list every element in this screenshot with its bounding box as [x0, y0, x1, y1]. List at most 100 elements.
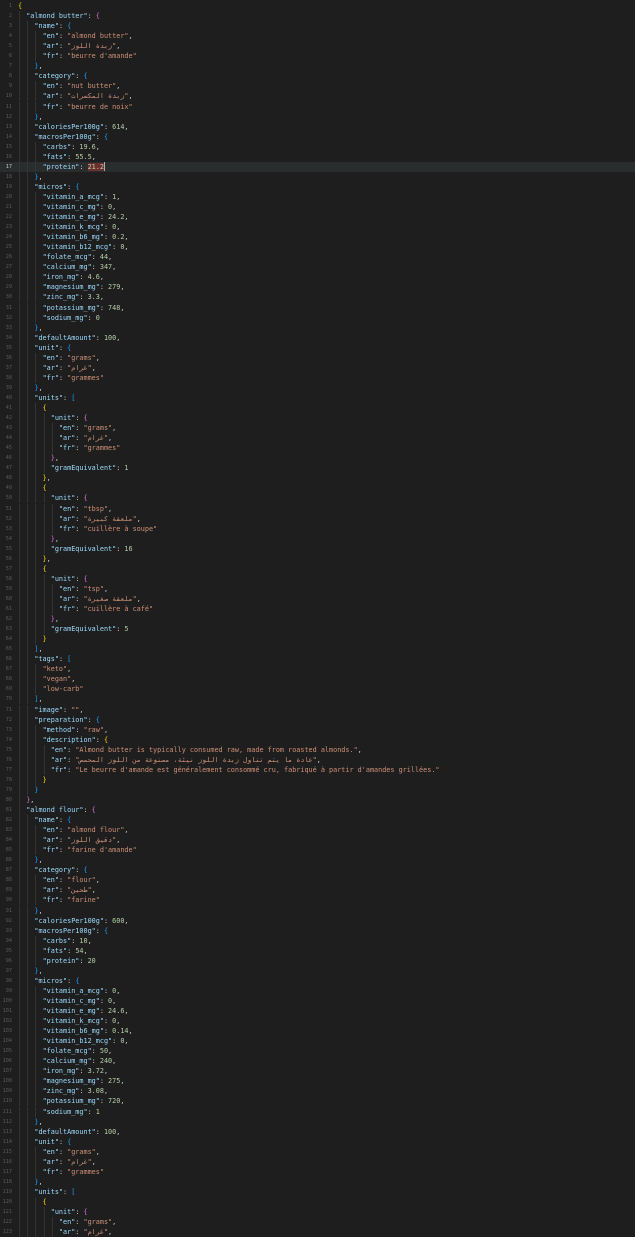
- code-line[interactable]: 19 "micros": {: [0, 181, 635, 192]
- code-line[interactable]: 92 "caloriesPer100g": 600,: [0, 915, 635, 926]
- code-line[interactable]: 32 "sodium_mg": 0: [0, 312, 635, 323]
- code-line[interactable]: 17 "protein": 21.2: [0, 161, 635, 172]
- code-line[interactable]: 120 {: [0, 1196, 635, 1207]
- code-line[interactable]: 10 "ar": "زبدة المكسرات",: [0, 91, 635, 102]
- code-line[interactable]: 64 }: [0, 634, 635, 645]
- code-line[interactable]: 97 },: [0, 965, 635, 976]
- code-line[interactable]: 26 "folate_mcg": 44,: [0, 252, 635, 263]
- code-line[interactable]: 51 "en": "tbsp",: [0, 503, 635, 514]
- code-line[interactable]: 5 "ar": "زبدة اللوز",: [0, 41, 635, 52]
- code-line[interactable]: 72 "preparation": {: [0, 714, 635, 725]
- code-line[interactable]: 115 "en": "grams",: [0, 1146, 635, 1157]
- code-line[interactable]: 67 "keto",: [0, 664, 635, 675]
- code-line[interactable]: 121 "unit": {: [0, 1207, 635, 1217]
- code-line[interactable]: 6 "fr": "beurre d'amande": [0, 51, 635, 62]
- code-line[interactable]: 28 "iron_mg": 4.6,: [0, 272, 635, 283]
- code-line[interactable]: 85 "fr": "farine d'amande": [0, 845, 635, 856]
- code-line[interactable]: 94 "carbs": 10,: [0, 935, 635, 946]
- code-line[interactable]: 117 "fr": "grammes": [0, 1166, 635, 1177]
- code-line[interactable]: 109 "zinc_mg": 3.08,: [0, 1086, 635, 1097]
- code-line[interactable]: 23 "vitamin_k_mcg": 0,: [0, 222, 635, 233]
- code-line[interactable]: 84 "ar": "دقيق اللوز",: [0, 835, 635, 846]
- code-line[interactable]: 7 },: [0, 61, 635, 72]
- code-line[interactable]: 70 ],: [0, 694, 635, 705]
- code-line[interactable]: 58 "unit": {: [0, 573, 635, 584]
- code-line[interactable]: 122 "en": "grams",: [0, 1217, 635, 1228]
- code-line[interactable]: 9 "en": "nut butter",: [0, 81, 635, 92]
- code-line[interactable]: 73 "method": "raw",: [0, 724, 635, 735]
- code-line[interactable]: 27 "calcium_mg": 347,: [0, 262, 635, 273]
- code-line[interactable]: 76 "ar": "عادة ما يتم تناول زبدة اللوز ن…: [0, 754, 635, 765]
- code-line[interactable]: 3 "name": {: [0, 21, 635, 32]
- code-line[interactable]: 79 }: [0, 784, 635, 795]
- code-line[interactable]: 66 "tags": [: [0, 654, 635, 665]
- code-line[interactable]: 106 "calcium_mg": 240,: [0, 1056, 635, 1067]
- code-line[interactable]: 57 {: [0, 563, 635, 574]
- code-line[interactable]: 34 "defaultAmount": 100,: [0, 332, 635, 343]
- code-line[interactable]: 93 "macrosPer100g": {: [0, 925, 635, 936]
- code-line[interactable]: 49 {: [0, 483, 635, 494]
- code-line[interactable]: 77 "fr": "Le beurre d'amande est général…: [0, 764, 635, 775]
- code-line[interactable]: 56 },: [0, 553, 635, 564]
- code-line[interactable]: 18 },: [0, 171, 635, 182]
- code-line[interactable]: 30 "zinc_mg": 3.3,: [0, 292, 635, 303]
- code-line[interactable]: 35 "unit": {: [0, 342, 635, 353]
- code-line[interactable]: 69 "low-carb": [0, 684, 635, 695]
- code-line[interactable]: 101 "vitamin_e_mg": 24.6,: [0, 1006, 635, 1016]
- code-line[interactable]: 61 "fr": "cuillère à café": [0, 604, 635, 614]
- code-line[interactable]: 33 },: [0, 322, 635, 333]
- code-line[interactable]: 113 "defaultAmount": 100,: [0, 1126, 635, 1137]
- code-line[interactable]: 4 "en": "almond butter",: [0, 31, 635, 42]
- code-line[interactable]: 102 "vitamin_k_mcg": 0,: [0, 1016, 635, 1027]
- code-line[interactable]: 45 "fr": "grammes": [0, 443, 635, 454]
- code-line[interactable]: 2 "almond butter": {: [0, 11, 635, 22]
- code-line[interactable]: 119 "units": [: [0, 1186, 635, 1197]
- code-line[interactable]: 75 "en": "Almond butter is typically con…: [0, 744, 635, 755]
- code-line[interactable]: 52 "ar": "ملعقة كبيرة",: [0, 513, 635, 524]
- code-line[interactable]: 36 "en": "grams",: [0, 352, 635, 363]
- code-line[interactable]: 118 },: [0, 1176, 635, 1187]
- code-line[interactable]: 20 "vitamin_a_mcg": 1,: [0, 191, 635, 202]
- code-line[interactable]: 25 "vitamin_b12_mcg": 0,: [0, 242, 635, 253]
- code-line[interactable]: 47 "gramEquivalent": 1: [0, 463, 635, 474]
- code-line[interactable]: 53 "fr": "cuillère à soupe": [0, 523, 635, 534]
- code-line[interactable]: 111 "sodium_mg": 1: [0, 1106, 635, 1117]
- code-line[interactable]: 90 "fr": "farine": [0, 895, 635, 906]
- code-line[interactable]: 123 "ar": "غرام",: [0, 1227, 635, 1237]
- code-line[interactable]: 98 "micros": {: [0, 975, 635, 986]
- code-line[interactable]: 80 },: [0, 794, 635, 805]
- code-line[interactable]: 71 "image": "",: [0, 704, 635, 715]
- code-line[interactable]: 50 "unit": {: [0, 493, 635, 504]
- code-line[interactable]: 40 "units": [: [0, 392, 635, 403]
- code-line[interactable]: 43 "en": "grams",: [0, 423, 635, 434]
- code-line[interactable]: 62 },: [0, 614, 635, 625]
- code-line[interactable]: 110 "potassium_mg": 720,: [0, 1096, 635, 1107]
- code-line[interactable]: 108 "magnesium_mg": 275,: [0, 1076, 635, 1087]
- code-line[interactable]: 81 "almond flour": {: [0, 805, 635, 815]
- code-line[interactable]: 68 "vegan",: [0, 674, 635, 685]
- code-line[interactable]: 91 },: [0, 905, 635, 916]
- code-line[interactable]: 41 {: [0, 403, 635, 413]
- code-line[interactable]: 78 }: [0, 774, 635, 785]
- code-line[interactable]: 74 "description": {: [0, 734, 635, 745]
- code-line[interactable]: 22 "vitamin_e_mg": 24.2,: [0, 212, 635, 223]
- code-line[interactable]: 116 "ar": "غرام",: [0, 1156, 635, 1167]
- code-line[interactable]: 95 "fats": 54,: [0, 945, 635, 956]
- code-line[interactable]: 46 },: [0, 453, 635, 464]
- code-line[interactable]: 24 "vitamin_b6_mg": 0.2,: [0, 232, 635, 243]
- code-line[interactable]: 89 "ar": "طحين",: [0, 885, 635, 896]
- code-line[interactable]: 8 "category": {: [0, 71, 635, 82]
- code-line[interactable]: 105 "folate_mcg": 50,: [0, 1046, 635, 1057]
- code-line[interactable]: 29 "magnesium_mg": 279,: [0, 282, 635, 293]
- code-line[interactable]: 112 },: [0, 1116, 635, 1127]
- code-line[interactable]: 87 "category": {: [0, 865, 635, 876]
- code-line[interactable]: 16 "fats": 55.5,: [0, 151, 635, 162]
- code-line[interactable]: 38 "fr": "grammes": [0, 372, 635, 383]
- code-line[interactable]: 59 "en": "tsp",: [0, 583, 635, 594]
- code-line[interactable]: 42 "unit": {: [0, 413, 635, 424]
- code-line[interactable]: 44 "ar": "غرام",: [0, 433, 635, 444]
- code-line[interactable]: 14 "macrosPer100g": {: [0, 131, 635, 142]
- code-line[interactable]: 100 "vitamin_c_mg": 0,: [0, 995, 635, 1006]
- code-line[interactable]: 11 "fr": "beurre de noix": [0, 101, 635, 112]
- code-line[interactable]: 39 },: [0, 382, 635, 393]
